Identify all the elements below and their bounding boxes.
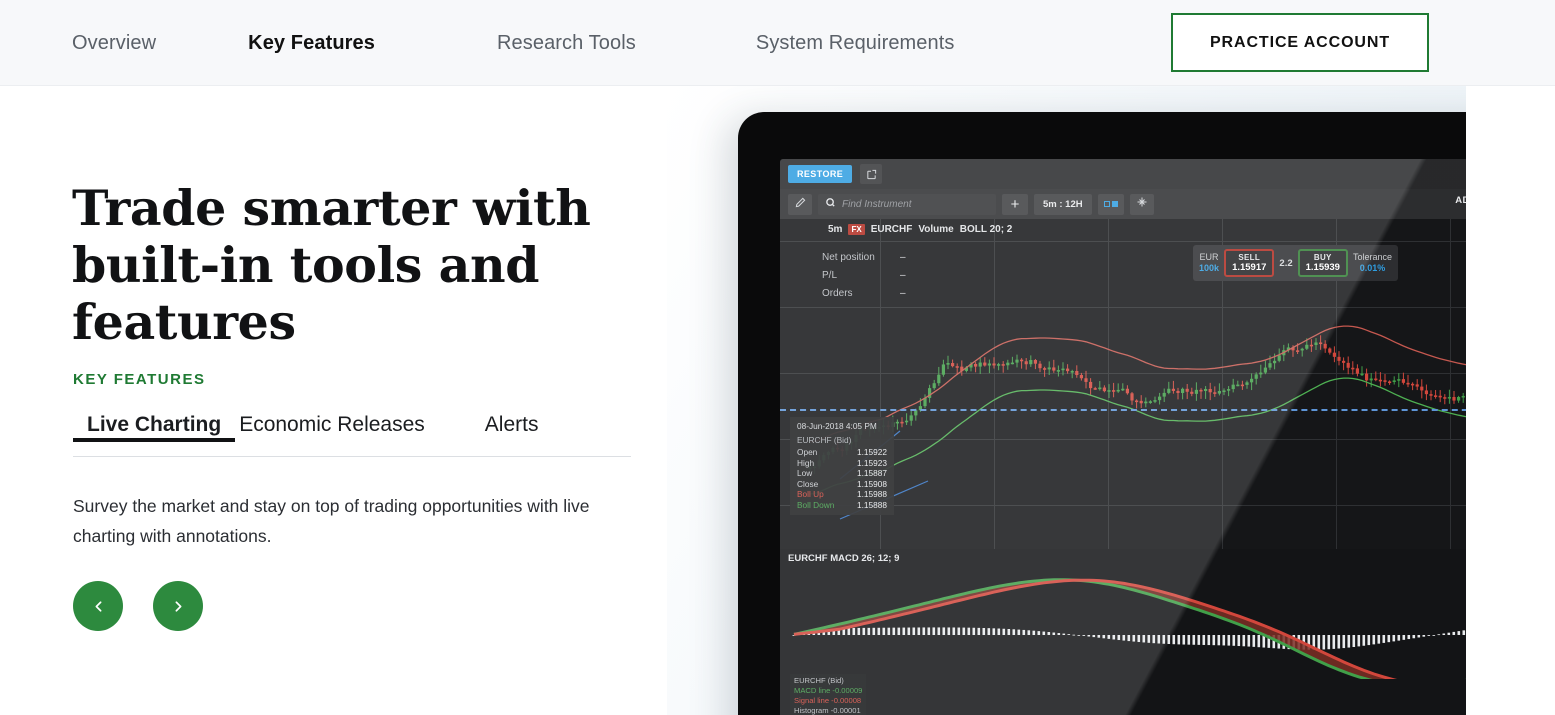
tolerance-value: 0.01% bbox=[1359, 263, 1386, 273]
signal-line-label: Signal line bbox=[794, 696, 830, 705]
pl-label: P/L bbox=[822, 270, 838, 281]
sell-button[interactable]: SELL 1.15917 bbox=[1224, 249, 1275, 277]
tooltip-timestamp: 08-Jun-2018 4:05 PM bbox=[797, 421, 877, 431]
deal-currency: EUR 100k bbox=[1199, 252, 1220, 273]
add-instrument-button[interactable]: + bbox=[1002, 193, 1028, 215]
feature-description: Survey the market and stay on top of tra… bbox=[73, 496, 590, 546]
nav-item-system-requirements[interactable]: System Requirements bbox=[756, 32, 955, 55]
chart-type-toggle[interactable] bbox=[1097, 193, 1124, 215]
tooltip-bollup-value: 1.15988 bbox=[857, 489, 887, 499]
buy-button[interactable]: BUY 1.15939 bbox=[1297, 249, 1348, 277]
chevron-left-icon bbox=[90, 598, 107, 615]
tooltip-close-value: 1.15908 bbox=[857, 478, 887, 489]
tablet-device-mockup: RESTORE Find Instrument + 5m: 12H 5m FX… bbox=[738, 112, 1548, 715]
tab-live-charting[interactable]: Live Charting bbox=[73, 413, 236, 449]
hero-left-pane: Trade smarter with built-in tools and fe… bbox=[0, 86, 667, 715]
tooltip-bolldown-label: Boll Down bbox=[797, 499, 835, 510]
sell-price: 1.15917 bbox=[1232, 262, 1267, 273]
chart-symbol: EURCHF bbox=[870, 223, 913, 235]
macd-panel[interactable]: EURCHF MACD 26; 12; 9 – ✕ EURCHF (Bid) M… bbox=[780, 549, 1548, 715]
carousel-next-button[interactable] bbox=[153, 581, 203, 631]
price-alert-line bbox=[780, 409, 1548, 411]
net-position-label: Net position bbox=[822, 252, 875, 263]
histogram-label: Histogram bbox=[794, 706, 829, 715]
pl-value: – bbox=[900, 270, 906, 281]
macd-title: EURCHF MACD 26; 12; 9 bbox=[788, 553, 900, 564]
orders-label: Orders bbox=[822, 288, 853, 299]
carousel-prev-button[interactable] bbox=[73, 581, 123, 631]
section-eyebrow: KEY FEATURES bbox=[73, 371, 206, 388]
tooltip-bolldown-value: 1.15888 bbox=[857, 499, 887, 510]
crosshair-button[interactable] bbox=[1129, 193, 1154, 215]
position-summary: Net position – P/L – Orders – bbox=[822, 249, 906, 303]
external-link-icon bbox=[866, 169, 877, 180]
search-icon bbox=[825, 195, 836, 213]
tab-economic-releases[interactable]: Economic Releases bbox=[239, 413, 425, 449]
feature-tab-list: Live Charting Economic Releases Alerts bbox=[73, 413, 631, 457]
top-navigation: Overview Key Features Research Tools Sys… bbox=[0, 0, 1555, 86]
macd-line-value: -0.00009 bbox=[832, 686, 863, 695]
carousel-controls bbox=[73, 581, 203, 631]
restore-button[interactable]: RESTORE bbox=[788, 165, 853, 183]
platform-toolbar: Find Instrument + 5m : 12H ADD / REMOVE … bbox=[780, 189, 1548, 242]
page-title: Trade smarter with built-in tools and fe… bbox=[72, 179, 591, 351]
trading-platform-screen: RESTORE Find Instrument + 5m: 12H 5m FX… bbox=[780, 159, 1548, 715]
deal-ticket[interactable]: EUR 100k SELL 1.15917 2.2 BUY 1.15939 To… bbox=[1193, 245, 1398, 281]
buy-price: 1.15939 bbox=[1305, 262, 1340, 273]
tooltip-low-label: Low bbox=[797, 468, 813, 478]
practice-account-label: PRACTICE ACCOUNT bbox=[1209, 33, 1391, 51]
macd-line-label: MACD line bbox=[794, 686, 831, 695]
tolerance: Tolerance 0.01% bbox=[1353, 252, 1392, 274]
page-root: Overview Key Features Research Tools Sys… bbox=[0, 0, 1555, 715]
macd-series bbox=[792, 578, 1541, 679]
crosshair-icon bbox=[1136, 195, 1148, 213]
asset-class-badge: FX bbox=[848, 223, 865, 235]
spread-value: 2.2 bbox=[1279, 257, 1293, 269]
ohlc-tooltip: 08-Jun-2018 4:05 PM EURCHF (Bid) Open 1.1… bbox=[790, 417, 894, 515]
pencil-icon bbox=[795, 195, 806, 213]
chevron-right-icon bbox=[170, 598, 187, 615]
tooltip-open-value: 1.15922 bbox=[857, 447, 887, 457]
chart-volume-label: Volume bbox=[918, 223, 954, 235]
histogram-value: -0.00001 bbox=[830, 706, 861, 715]
practice-account-button[interactable]: PRACTICE ACCOUNT bbox=[1171, 13, 1429, 72]
nav-item-key-features[interactable]: Key Features bbox=[248, 32, 375, 55]
sell-label: SELL bbox=[1238, 253, 1261, 262]
tooltip-high-label: High bbox=[797, 457, 815, 468]
signal-line-value: -0.00008 bbox=[831, 696, 862, 705]
tooltip-low-value: 1.15887 bbox=[857, 468, 887, 478]
net-position-value: – bbox=[900, 252, 906, 263]
timeframe-selector[interactable]: 5m : 12H bbox=[1034, 193, 1092, 215]
annotate-button[interactable] bbox=[788, 193, 812, 215]
macd-legend-symbol: EURCHF (Bid) bbox=[794, 676, 844, 685]
tooltip-bollup-label: Boll Up bbox=[797, 489, 824, 499]
platform-titlebar: RESTORE bbox=[780, 159, 1548, 189]
find-instrument-placeholder: Find Instrument bbox=[842, 198, 912, 210]
tooltip-symbol: EURCHF (Bid) bbox=[797, 434, 852, 445]
right-white-gutter bbox=[1466, 86, 1555, 715]
tab-alerts[interactable]: Alerts bbox=[485, 413, 539, 449]
macd-legend: EURCHF (Bid) MACD line -0.00009 Signal l… bbox=[790, 674, 867, 715]
chart-header: 5m FX EURCHF Volume BOLL 20; 2 bbox=[780, 219, 1548, 239]
chart-indicator-label: BOLL 20; 2 bbox=[959, 223, 1013, 235]
tolerance-label: Tolerance bbox=[1352, 252, 1392, 262]
price-chart-panel[interactable]: 5m FX EURCHF Volume BOLL 20; 2 Net posit… bbox=[780, 219, 1548, 549]
nav-item-research-tools[interactable]: Research Tools bbox=[497, 32, 636, 55]
nav-item-list: Overview Key Features Research Tools Sys… bbox=[0, 0, 955, 86]
orders-value: – bbox=[900, 288, 906, 299]
nav-item-overview[interactable]: Overview bbox=[72, 32, 156, 55]
tooltip-close-label: Close bbox=[797, 478, 819, 489]
find-instrument-input[interactable]: Find Instrument bbox=[818, 193, 996, 215]
tooltip-high-value: 1.15923 bbox=[857, 457, 887, 468]
deal-amount: 100k bbox=[1199, 263, 1220, 273]
hero-right-pane: RESTORE Find Instrument + 5m: 12H 5m FX… bbox=[667, 86, 1555, 715]
chart-interval: 5m bbox=[828, 223, 843, 235]
popout-button[interactable] bbox=[860, 164, 883, 184]
buy-label: BUY bbox=[1313, 253, 1332, 262]
tooltip-open-label: Open bbox=[797, 447, 818, 457]
